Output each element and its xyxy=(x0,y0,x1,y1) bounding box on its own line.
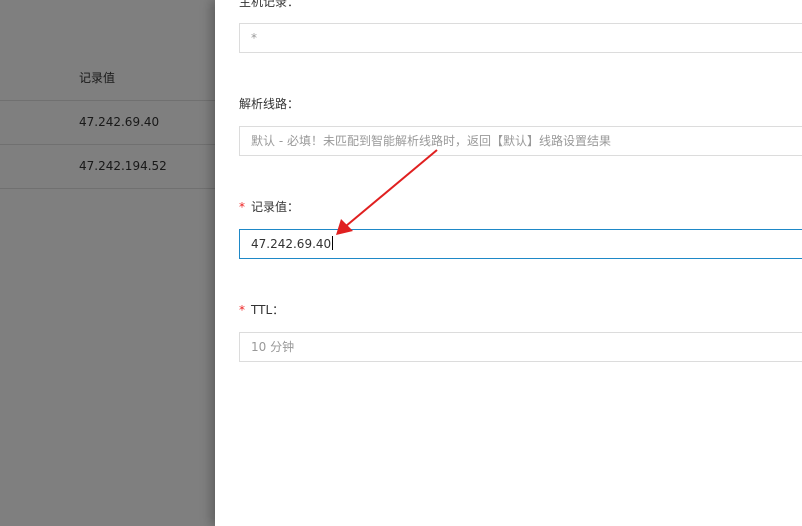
record-value-label: * 记录值： xyxy=(239,198,299,215)
ttl-select[interactable]: 10 分钟 xyxy=(239,332,802,362)
host-record-input[interactable]: * xyxy=(239,23,802,53)
text-cursor xyxy=(332,236,334,250)
ttl-label: * TTL： xyxy=(239,301,284,318)
host-record-value: * xyxy=(251,31,257,45)
required-mark: * xyxy=(239,303,245,317)
line-label-text: 解析线路： xyxy=(239,97,300,111)
required-mark: * xyxy=(239,200,245,214)
record-value-label-text: 记录值： xyxy=(251,200,300,214)
host-record-label-text: 主机记录： xyxy=(239,0,300,9)
record-value-input[interactable]: 47.242.69.40 xyxy=(239,229,802,259)
line-label: 解析线路： xyxy=(239,95,299,112)
edit-record-drawer: 主机记录： * 解析线路： 默认 - 必填！未匹配到智能解析线路时，返回【默认】… xyxy=(215,0,802,526)
record-value-text: 47.242.69.40 xyxy=(251,237,332,251)
line-select-value: 默认 - 必填！未匹配到智能解析线路时，返回【默认】线路设置结果 xyxy=(251,134,611,148)
ttl-label-text: TTL： xyxy=(251,303,285,317)
line-select[interactable]: 默认 - 必填！未匹配到智能解析线路时，返回【默认】线路设置结果 xyxy=(239,126,802,156)
ttl-select-value: 10 分钟 xyxy=(251,340,295,354)
host-record-label: 主机记录： xyxy=(239,0,299,10)
